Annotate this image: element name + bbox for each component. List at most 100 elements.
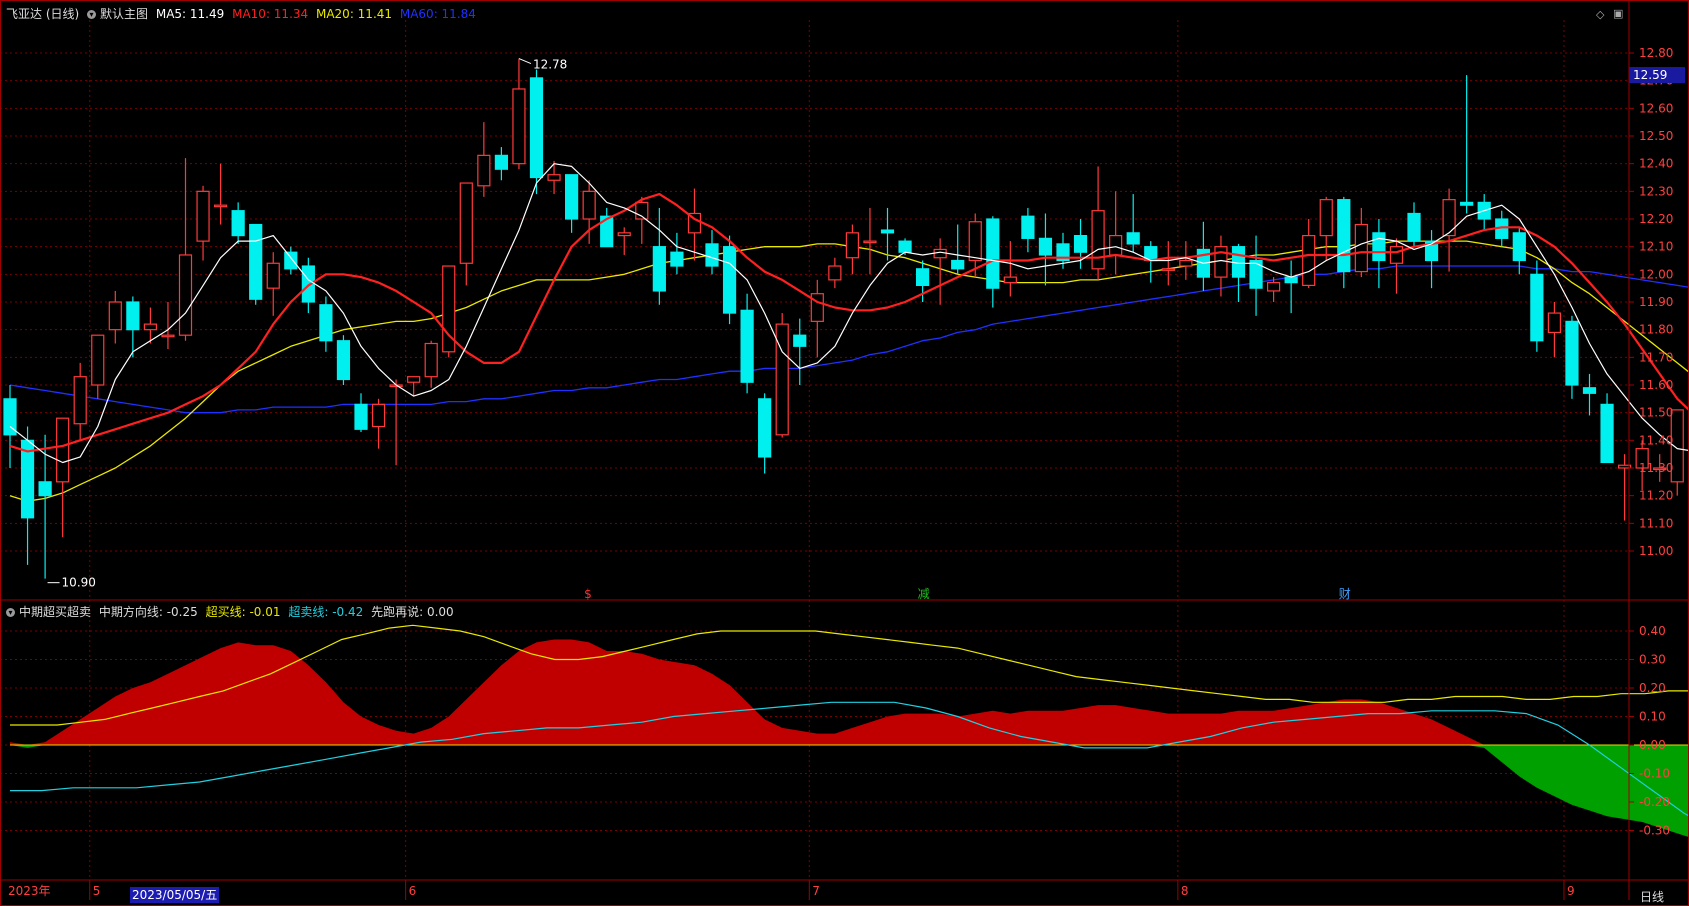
- candle-body-down: [670, 251, 684, 267]
- candle: [1109, 191, 1123, 275]
- candle-body-down: [652, 246, 666, 292]
- grid: [0, 20, 1629, 900]
- candle: [424, 340, 438, 388]
- indicator-tick-label: 0.40: [1639, 624, 1666, 638]
- candle-body-down: [336, 340, 351, 381]
- candle-body-down: [126, 301, 140, 331]
- candle: [319, 296, 333, 352]
- candle-body-up: [1091, 210, 1105, 270]
- candle-body-up: [617, 232, 631, 237]
- candle: [1547, 302, 1562, 358]
- indicator-chart: [10, 624, 1689, 838]
- candle: [1565, 315, 1579, 399]
- candle-body-up: [1547, 312, 1562, 334]
- candle-body-up: [828, 265, 842, 281]
- chevron-down-icon[interactable]: ▾: [6, 608, 15, 617]
- candle-body-down: [1372, 232, 1386, 262]
- indicator-tick-label: 0.00: [1639, 738, 1666, 752]
- price-tick-label: 11.80: [1639, 323, 1673, 337]
- candle-body-down: [951, 259, 965, 270]
- candle: [1407, 202, 1421, 247]
- price-axis: 12.8012.7012.6012.5012.4012.3012.2012.10…: [8, 46, 1673, 898]
- candle-body-up: [1109, 235, 1123, 256]
- candle: [564, 174, 579, 233]
- ma20-label: MA20: 11.41: [315, 7, 393, 21]
- candle: [20, 426, 35, 565]
- candle: [442, 265, 456, 358]
- indicator-tick-label: 0.30: [1639, 653, 1666, 667]
- candle: [126, 296, 140, 358]
- main-chart-label[interactable]: 默认主图: [100, 7, 148, 21]
- candle: [266, 252, 280, 316]
- candle-body-down: [1512, 232, 1526, 262]
- stock-name[interactable]: 飞亚达 (日线): [6, 7, 79, 21]
- candle-body-up: [1003, 276, 1017, 284]
- price-tick-label: 11.60: [1639, 378, 1673, 392]
- candle: [1284, 260, 1298, 314]
- price-tick-label: 12.20: [1639, 212, 1673, 226]
- candle: [108, 290, 122, 344]
- indicator-tick-label: -0.10: [1639, 767, 1670, 781]
- candle: [494, 147, 508, 181]
- event-marker: $: [584, 587, 592, 601]
- candle: [600, 207, 614, 248]
- candle: [845, 224, 860, 275]
- period-button[interactable]: 日线: [1640, 888, 1664, 905]
- candle: [1003, 241, 1017, 297]
- candle: [371, 398, 386, 449]
- candle-body-down: [915, 268, 930, 286]
- candle-body-up: [547, 174, 561, 181]
- candle: [1424, 230, 1439, 289]
- price-tick-label: 11.40: [1639, 433, 1673, 447]
- candle-body-down: [354, 403, 368, 430]
- candle-body-up: [1266, 282, 1281, 292]
- ma5-label: MA5: 11.49: [155, 7, 225, 21]
- price-tick-label: 11.90: [1639, 295, 1673, 309]
- candle: [1161, 241, 1175, 286]
- chevron-down-icon[interactable]: ▾: [87, 10, 97, 19]
- kline-chart[interactable]: 12.8012.7012.6012.5012.4012.3012.2012.10…: [0, 0, 1689, 906]
- candle: [231, 202, 245, 244]
- ma60-label: MA60: 11.84: [399, 7, 476, 21]
- month-label: 5: [93, 884, 101, 898]
- diamond-icon[interactable]: ◇: [1596, 8, 1604, 21]
- candle-body-down: [898, 240, 912, 253]
- candle-body-up: [371, 403, 386, 428]
- candle: [389, 379, 403, 466]
- candle-body-up: [459, 182, 473, 264]
- overbuy-label: 超买线: -0.01: [205, 605, 281, 619]
- candle: [617, 227, 631, 255]
- event-marker: 财: [1339, 587, 1351, 601]
- candle: [810, 279, 824, 358]
- direction-label: 中期方向线: -0.25: [98, 605, 198, 619]
- candle: [73, 362, 87, 441]
- candle-body-down: [722, 246, 737, 314]
- candle-body-up: [968, 221, 982, 262]
- candle: [652, 207, 666, 305]
- candle: [1126, 194, 1140, 253]
- candle-body-down: [494, 154, 508, 170]
- candle: [863, 207, 877, 275]
- indicator-name[interactable]: 中期超买超卖: [19, 605, 91, 619]
- indicator-tick-label: 0.10: [1639, 710, 1666, 724]
- candle-body-down: [1126, 232, 1140, 245]
- candle-body-up: [424, 342, 438, 378]
- candle: [459, 182, 473, 286]
- indicator-header: ▾ 中期超买超卖 中期方向线: -0.25 超买线: -0.01 超卖线: -0.…: [6, 605, 458, 619]
- candle: [635, 196, 649, 244]
- candle-body-up: [108, 301, 122, 331]
- month-label: 8: [1181, 884, 1189, 898]
- month-label: 6: [409, 884, 417, 898]
- high-pointer: [518, 58, 532, 64]
- candle: [529, 69, 544, 195]
- candle: [1249, 235, 1263, 316]
- price-tick-label: 12.40: [1639, 157, 1673, 171]
- candle-body-down: [793, 334, 807, 347]
- high-price-label: 12.78: [533, 58, 567, 72]
- candle-body-down: [1284, 276, 1298, 284]
- candle: [1460, 75, 1474, 214]
- candle: [214, 163, 228, 225]
- maximize-icon[interactable]: ▣: [1613, 7, 1623, 20]
- price-tick-label: 11.50: [1639, 406, 1673, 420]
- current-price-tag: 12.59: [1629, 67, 1685, 83]
